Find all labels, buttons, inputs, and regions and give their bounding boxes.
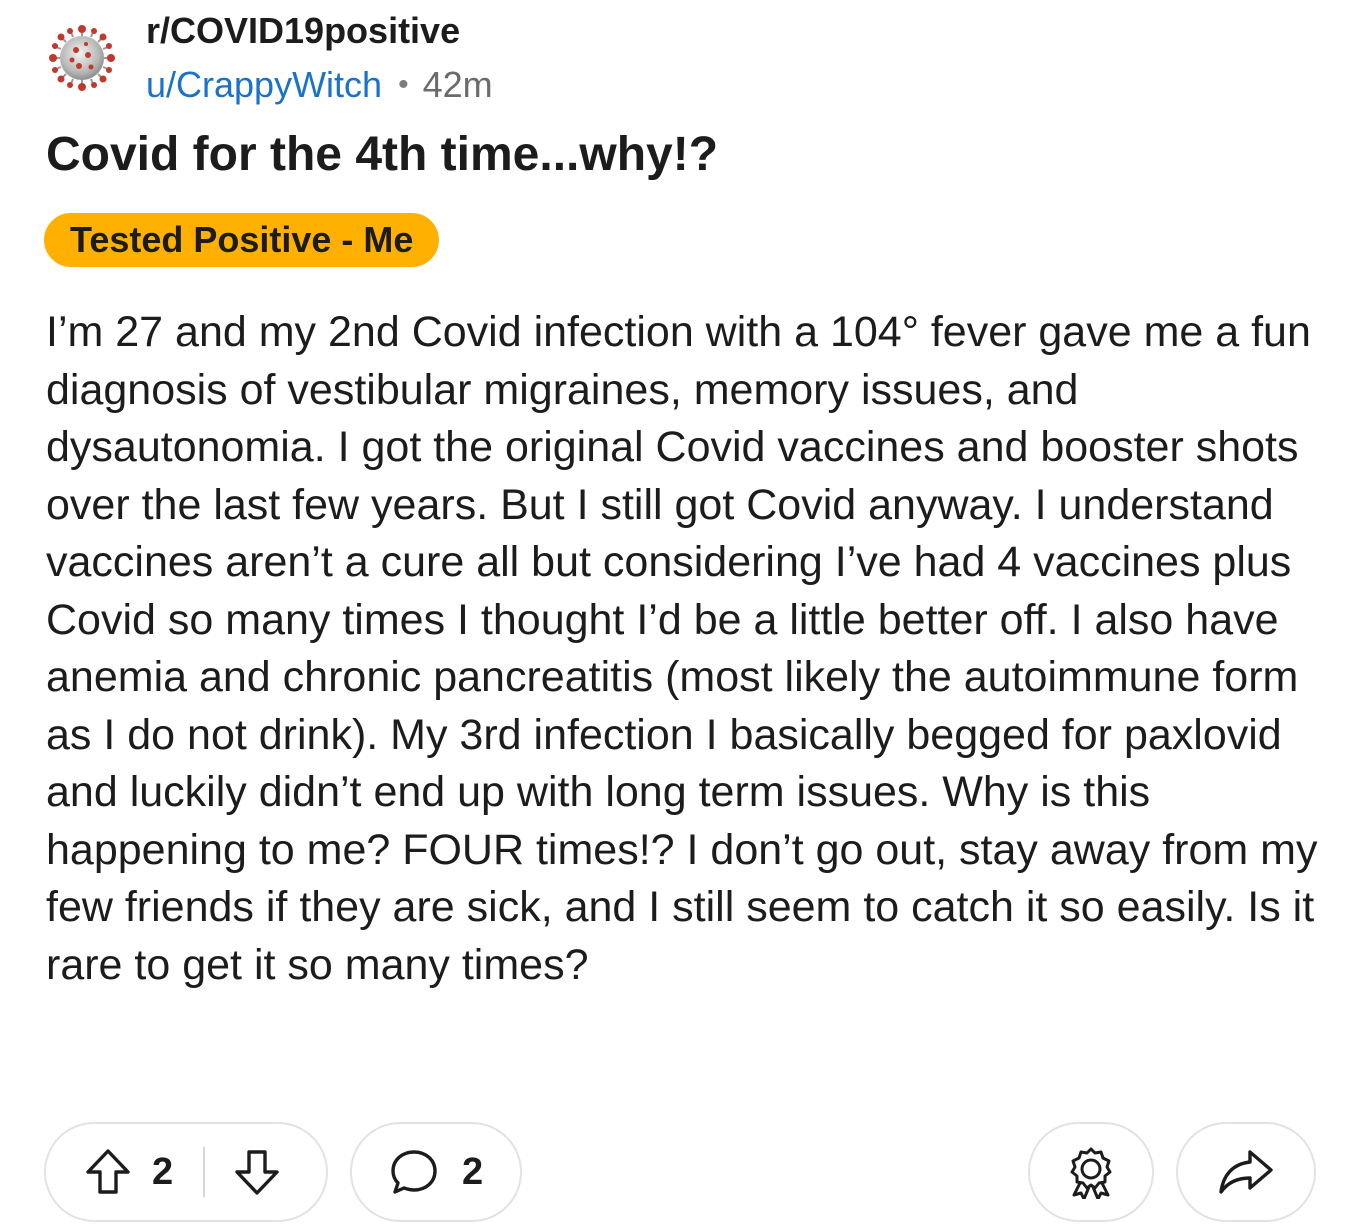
vote-count: 2 (152, 1151, 174, 1193)
post-flair[interactable]: Tested Positive - Me (44, 213, 440, 267)
subreddit-name[interactable]: r/COVID19positive (146, 8, 493, 54)
post-title[interactable]: Covid for the 4th time...why!? (46, 124, 718, 186)
upvote-button[interactable] (82, 1146, 134, 1198)
comment-bubble-icon (391, 1150, 437, 1194)
author-line: u/CrappyWitch • 42m (146, 62, 493, 108)
vote-divider (203, 1147, 206, 1197)
post-meta: r/COVID19positive u/CrappyWitch • 42m (146, 8, 493, 108)
award-icon (1070, 1147, 1112, 1199)
upvote-arrow-icon (86, 1149, 130, 1194)
downvote-arrow-icon (235, 1150, 279, 1195)
comment-count: 2 (462, 1151, 484, 1193)
meta-separator: • (398, 68, 409, 101)
comment-button[interactable]: 2 (350, 1122, 522, 1222)
post-body: I’m 27 and my 2nd Covid infection with a… (46, 308, 1318, 989)
post-age: 42m (422, 64, 493, 105)
downvote-button[interactable] (231, 1146, 283, 1198)
share-button[interactable] (1176, 1122, 1316, 1222)
action-bar: 2 2 (0, 1122, 1360, 1222)
comment-icon-wrap (388, 1146, 440, 1198)
covid-virus-icon (49, 25, 115, 91)
post-header: r/COVID19positive u/CrappyWitch • 42m (46, 8, 493, 108)
award-button[interactable] (1028, 1122, 1154, 1222)
author-username[interactable]: u/CrappyWitch (146, 62, 382, 108)
vote-pill: 2 (44, 1122, 328, 1222)
share-arrow-icon (1219, 1150, 1273, 1194)
subreddit-avatar[interactable] (46, 22, 118, 94)
